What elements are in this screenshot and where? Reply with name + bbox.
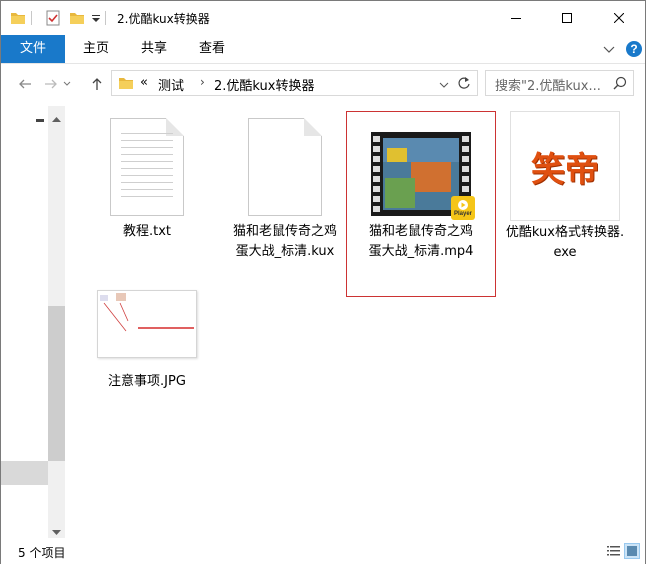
back-button[interactable] xyxy=(15,74,35,94)
title-separator xyxy=(31,11,32,25)
tab-share[interactable]: 共享 xyxy=(129,35,179,63)
close-button[interactable] xyxy=(596,1,642,35)
forward-arrow-icon xyxy=(45,79,57,89)
breadcrumb-test[interactable]: 测试 xyxy=(158,75,184,94)
address-bar[interactable]: « 测试 › 2.优酷kux转换器 xyxy=(111,70,478,96)
image-thumbnail xyxy=(97,290,197,358)
address-dropdown-icon[interactable] xyxy=(439,79,449,93)
search-icon[interactable] xyxy=(613,76,627,94)
tab-home[interactable]: 主页 xyxy=(71,35,121,63)
file-name: 教程.txt xyxy=(122,224,172,239)
nav-scrollbar-thumb[interactable] xyxy=(48,306,65,461)
file-list[interactable]: 教程.txt 猫和老鼠传奇之鸡蛋大战_标清.kux Player 猫和老鼠传奇之… xyxy=(67,104,645,538)
new-folder-icon[interactable] xyxy=(69,10,85,29)
maximize-icon xyxy=(562,13,572,23)
explorer-window: 2.优酷kux转换器 文件 主页 共享 查看 ? « 测试 › 2.优酷kux转… xyxy=(0,0,646,564)
ribbon-tabs: 文件 主页 共享 查看 ? xyxy=(1,35,645,63)
folder-icon xyxy=(10,10,26,29)
breadcrumb-overflow[interactable]: « xyxy=(140,75,148,90)
properties-icon[interactable] xyxy=(45,10,61,29)
scroll-down-icon[interactable] xyxy=(52,525,61,539)
scroll-up-icon[interactable] xyxy=(52,111,61,125)
customize-qat-icon[interactable] xyxy=(91,13,101,27)
file-name: 猫和老鼠传奇之鸡蛋大战_标清.mp4 xyxy=(368,224,474,259)
back-arrow-icon xyxy=(19,79,31,89)
file-name: 猫和老鼠传奇之鸡蛋大战_标清.kux xyxy=(232,224,337,259)
nav-selected-row[interactable] xyxy=(1,461,48,485)
exe-logo-text: 笑帝 xyxy=(531,149,599,190)
search-input[interactable]: 搜索"2.优酷kux... xyxy=(495,75,601,94)
details-view-icon[interactable] xyxy=(606,543,622,559)
title-divider xyxy=(105,11,106,25)
file-item[interactable]: 注意事项.JPG xyxy=(72,290,222,390)
pin-icon xyxy=(36,114,46,128)
file-item[interactable]: 教程.txt xyxy=(72,114,222,254)
player-label: Player xyxy=(453,211,472,217)
recent-locations-button[interactable] xyxy=(61,74,73,94)
ribbon-expand-icon[interactable] xyxy=(603,43,615,58)
status-bar: 5 个项目 xyxy=(1,538,645,564)
exe-icon: 笑帝 xyxy=(510,111,620,221)
file-item-selected[interactable]: Player 猫和老鼠传奇之鸡蛋大战_标清.mp4 xyxy=(346,111,496,297)
folder-icon xyxy=(118,75,134,94)
breadcrumb-chevron-icon[interactable]: › xyxy=(200,75,205,89)
navigation-bar: « 测试 › 2.优酷kux转换器 搜索"2.优酷kux... xyxy=(1,64,645,104)
large-icons-view-icon[interactable] xyxy=(624,543,640,559)
search-box[interactable]: 搜索"2.优酷kux... xyxy=(485,70,634,96)
minimize-button[interactable] xyxy=(493,1,539,35)
tab-view[interactable]: 查看 xyxy=(187,35,237,63)
svg-text:?: ? xyxy=(630,42,637,56)
forward-button[interactable] xyxy=(41,74,61,94)
refresh-icon[interactable] xyxy=(457,76,471,93)
player-badge: Player xyxy=(451,196,475,220)
breadcrumb-current[interactable]: 2.优酷kux转换器 xyxy=(214,75,314,94)
window-title: 2.优酷kux转换器 xyxy=(117,12,210,26)
help-icon[interactable]: ? xyxy=(625,40,643,61)
blank-file-icon xyxy=(248,118,322,216)
file-name: 优酷kux格式转换器.exe xyxy=(505,225,625,260)
file-name: 注意事项.JPG xyxy=(108,374,186,389)
close-icon xyxy=(614,13,624,23)
file-item[interactable]: 笑帝 优酷kux格式转换器.exe xyxy=(505,111,625,261)
tab-file[interactable]: 文件 xyxy=(1,35,65,63)
up-arrow-icon xyxy=(92,78,102,90)
chevron-down-icon xyxy=(63,81,71,86)
minimize-icon xyxy=(511,18,521,19)
up-button[interactable] xyxy=(87,74,107,94)
title-bar: 2.优酷kux转换器 xyxy=(1,1,645,35)
text-file-icon xyxy=(110,118,184,216)
file-item[interactable]: 猫和老鼠传奇之鸡蛋大战_标清.kux xyxy=(210,114,360,294)
item-count: 5 个项目 xyxy=(18,546,66,560)
video-thumbnail: Player xyxy=(371,132,475,220)
maximize-button[interactable] xyxy=(544,1,590,35)
